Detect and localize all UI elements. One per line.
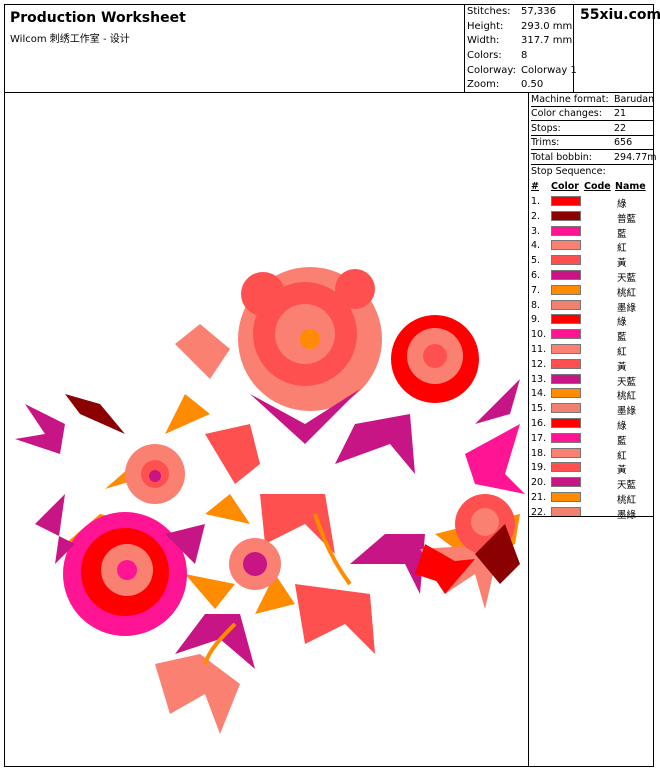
sequence-bottom-divider [528,516,654,517]
color-swatch [551,373,581,384]
total-bobbin-row: Total bobbin: 294.77m [531,152,657,165]
color-swatch [551,225,581,236]
sequence-row: 9. 綠 [531,312,651,328]
sequence-row: 13. 天藍 [531,372,651,388]
sequence-number: 5. [531,255,541,267]
color-swatch [551,284,581,295]
sequence-number: 11. [531,344,547,355]
sequence-number: 15. [531,403,547,415]
sequence-number: 8. [531,299,541,311]
sequence-row: 18. 紅 [531,446,651,462]
sequence-row: 4. 紅 [531,238,651,254]
color-swatch [551,344,581,354]
seq-header-color: Color [551,181,579,192]
color-changes-row: Color changes: 21 [531,107,653,121]
seq-header-code: Code [584,181,611,192]
color-swatch [551,314,581,325]
sequence-row: 16. 綠 [531,416,651,432]
sequence-row: 15. 墨綠 [531,401,651,417]
machine-info-panel: Machine format: Barudan Color changes: 21 … [528,93,657,767]
color-swatch [551,358,581,369]
sequence-number: 12. [531,358,547,370]
sequence-row: 8. 墨綠 [531,298,651,314]
sequence-number: 7. [531,284,541,296]
stats-panel: Stitches: 57,336 Height: 293.0 mm Width: 31… [464,4,577,93]
sequence-number: 9. [531,314,541,326]
color-swatch [551,403,581,414]
sequence-number: 14. [531,388,547,400]
sequence-row: 1. 綠 [531,194,651,210]
sequence-row: 19. 黃 [531,460,651,476]
sequence-number: 18. [531,447,547,459]
color-swatch [551,270,581,280]
seq-header-num: # [531,181,539,192]
color-swatch [551,477,581,488]
embroidery-peony-artwork [15,267,525,734]
sequence-row: 21. 桃紅 [531,490,651,506]
sequence-row: 11. 紅 [531,342,651,358]
sequence-row: 3. 藍 [531,224,651,240]
sequence-number: 6. [531,270,541,281]
page-title: Production Worksheet [10,10,186,26]
sequence-row: 2. 普藍 [531,209,651,225]
sequence-number: 4. [531,240,541,252]
machine-format-row: Machine format: Barudan [531,94,655,107]
trims-row: Trims: 656 [531,136,653,150]
color-swatch [551,255,581,266]
seq-header-name: Name [615,181,646,192]
color-swatch [551,447,581,458]
color-swatch [551,492,581,502]
color-swatch [551,462,581,473]
sequence-row: 22. 墨綠 [531,505,651,521]
sequence-number: 10. [531,329,547,341]
sequence-row: 14. 桃紅 [531,386,651,402]
sequence-number: 19. [531,462,547,474]
sequence-number: 17. [531,432,547,444]
sequence-number: 20. [531,477,547,489]
sequence-row: 7. 桃紅 [531,283,651,299]
sequence-row: 20. 天藍 [531,475,651,491]
sequence-row: 10. 藍 [531,327,651,343]
sequence-row: 12. 黃 [531,357,651,373]
color-swatch [551,210,581,221]
color-swatch [551,388,581,399]
thread-name: 墨綠 [617,509,637,521]
color-swatch [551,329,581,340]
sequence-number: 2. [531,210,541,222]
color-swatch [551,432,581,443]
sequence-number: 1. [531,196,541,207]
sequence-number: 16. [531,418,547,429]
page-subtitle: Wilcom 刺绣工作室 - 设计 [10,34,130,45]
color-swatch [551,299,581,310]
sequence-number: 21. [531,492,547,503]
stops-row: Stops: 22 [531,122,653,136]
sequence-number: 3. [531,225,541,237]
sequence-row: 17. 藍 [531,431,651,447]
embroidery-design-preview [15,267,525,734]
sequence-number: 13. [531,373,547,385]
color-swatch [551,240,581,251]
color-swatch [551,418,581,428]
color-swatch [551,196,581,206]
stop-sequence-title: Stop Sequence: [531,166,606,177]
sequence-row: 5. 黃 [531,253,651,269]
sequence-row: 6. 天藍 [531,268,651,284]
brand-logo-text: 55xiu.com [580,7,660,23]
